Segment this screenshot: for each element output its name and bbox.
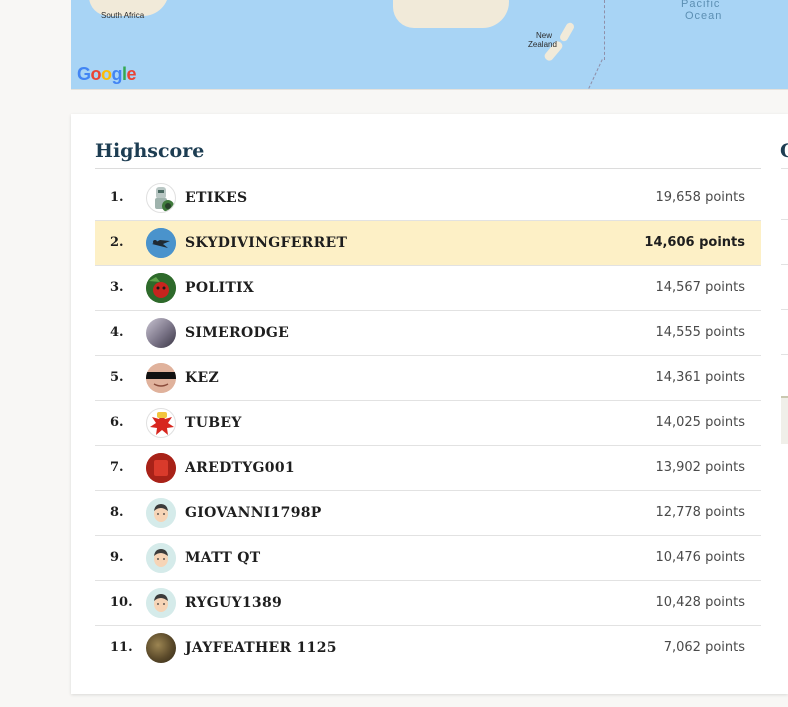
rank-number: 2. bbox=[110, 235, 124, 250]
rank-number: 9. bbox=[110, 550, 124, 565]
map-label-new-zealand-line1: New bbox=[536, 31, 553, 40]
photo-avatar[interactable] bbox=[146, 318, 176, 348]
highscore-row[interactable]: 8. GIOVANNI1798P 12,778 points bbox=[95, 491, 761, 536]
map-land-new-zealand-north bbox=[558, 21, 576, 43]
rank-number: 4. bbox=[110, 325, 124, 340]
rank-number: 6. bbox=[110, 415, 124, 430]
landscape-avatar[interactable] bbox=[146, 633, 176, 663]
next-panel-row-line bbox=[781, 354, 788, 355]
international-date-line-lower bbox=[588, 59, 603, 89]
next-panel-block bbox=[781, 396, 788, 444]
rank-number: 8. bbox=[110, 505, 124, 520]
highscore-row[interactable]: 11. JAYFEATHER 1125 7,062 points bbox=[95, 626, 761, 670]
map-label-new-zealand-line2: Zealand bbox=[528, 40, 557, 49]
google-logo-letter: g bbox=[111, 64, 123, 84]
username[interactable]: TUBEY bbox=[185, 401, 242, 445]
points-value: 14,025 points bbox=[655, 415, 745, 430]
google-logo[interactable]: Google bbox=[77, 64, 137, 85]
green-character-avatar[interactable] bbox=[146, 273, 176, 303]
points-value: 13,902 points bbox=[655, 460, 745, 475]
default-person-avatar[interactable] bbox=[146, 498, 176, 528]
map-land-australia bbox=[393, 0, 509, 28]
map-label-south-africa: South Africa bbox=[101, 11, 145, 20]
next-panel-title: C bbox=[780, 140, 788, 162]
red-square-avatar[interactable] bbox=[146, 453, 176, 483]
rank-number: 10. bbox=[110, 595, 133, 610]
username[interactable]: SKYDIVINGFERRET bbox=[185, 221, 347, 265]
highscore-row[interactable]: 3. POLITIX 14,567 points bbox=[95, 266, 761, 311]
highscore-row[interactable]: 10. RYGUY1389 10,428 points bbox=[95, 581, 761, 626]
username[interactable]: POLITIX bbox=[185, 266, 254, 310]
next-panel-divider bbox=[781, 168, 788, 169]
world-map[interactable]: South Africa New Zealand Pacific Ocean G… bbox=[71, 0, 788, 90]
rank-number: 3. bbox=[110, 280, 124, 295]
next-panel-row-line bbox=[781, 219, 788, 220]
map-label-pacific-line1: Pacific bbox=[681, 0, 721, 10]
points-value: 19,658 points bbox=[655, 190, 745, 205]
username[interactable]: KEZ bbox=[185, 356, 219, 400]
skydiver-avatar[interactable] bbox=[146, 228, 176, 258]
default-person-avatar[interactable] bbox=[146, 588, 176, 618]
highscore-row-current-user[interactable]: 2. SKYDIVINGFERRET 14,606 points bbox=[95, 221, 761, 266]
username[interactable]: MATT QT bbox=[185, 536, 261, 580]
highscore-row[interactable]: 1. ETIKES 19,658 points bbox=[95, 176, 761, 221]
google-logo-letter: o bbox=[101, 64, 112, 84]
red-splat-avatar[interactable] bbox=[146, 408, 176, 438]
next-panel-row-line bbox=[781, 264, 788, 265]
points-value: 10,476 points bbox=[655, 550, 745, 565]
censored-face-avatar[interactable] bbox=[146, 363, 176, 393]
username[interactable]: JAYFEATHER 1125 bbox=[185, 626, 337, 670]
points-value: 10,428 points bbox=[655, 595, 745, 610]
google-logo-letter: e bbox=[126, 64, 137, 84]
rank-number: 1. bbox=[110, 190, 124, 205]
highscore-title: Highscore bbox=[95, 140, 205, 162]
points-value: 12,778 points bbox=[655, 505, 745, 520]
highscore-row[interactable]: 5. KEZ 14,361 points bbox=[95, 356, 761, 401]
map-label-pacific-line2: Ocean bbox=[685, 10, 723, 22]
username[interactable]: GIOVANNI1798P bbox=[185, 491, 322, 535]
rank-number: 11. bbox=[110, 640, 133, 655]
points-value: 14,567 points bbox=[655, 280, 745, 295]
points-value: 14,606 points bbox=[644, 235, 745, 250]
points-value: 14,555 points bbox=[655, 325, 745, 340]
points-value: 14,361 points bbox=[655, 370, 745, 385]
default-person-avatar[interactable] bbox=[146, 543, 176, 573]
username[interactable]: SIMERODGE bbox=[185, 311, 289, 355]
next-panel-row-line bbox=[781, 309, 788, 310]
rank-number: 5. bbox=[110, 370, 124, 385]
google-logo-letter: G bbox=[77, 64, 91, 84]
international-date-line bbox=[604, 0, 605, 60]
google-logo-letter: o bbox=[90, 64, 102, 84]
highscore-row[interactable]: 9. MATT QT 10,476 points bbox=[95, 536, 761, 581]
highscore-list: 1. ETIKES 19,658 points 2. SKYDIVINGFERR… bbox=[95, 176, 761, 670]
highscore-row[interactable]: 7. AREDTYG001 13,902 points bbox=[95, 446, 761, 491]
highscore-row[interactable]: 6. TUBEY 14,025 points bbox=[95, 401, 761, 446]
username[interactable]: ETIKES bbox=[185, 176, 247, 220]
highscore-card: Highscore C 1. ETIKES 19,658 points 2. S… bbox=[71, 114, 788, 694]
points-value: 7,062 points bbox=[663, 640, 745, 655]
username[interactable]: RYGUY1389 bbox=[185, 581, 282, 625]
rank-number: 7. bbox=[110, 460, 124, 475]
robot-avatar[interactable] bbox=[146, 183, 176, 213]
title-divider bbox=[95, 168, 761, 169]
highscore-row[interactable]: 4. SIMERODGE 14,555 points bbox=[95, 311, 761, 356]
username[interactable]: AREDTYG001 bbox=[185, 446, 295, 490]
